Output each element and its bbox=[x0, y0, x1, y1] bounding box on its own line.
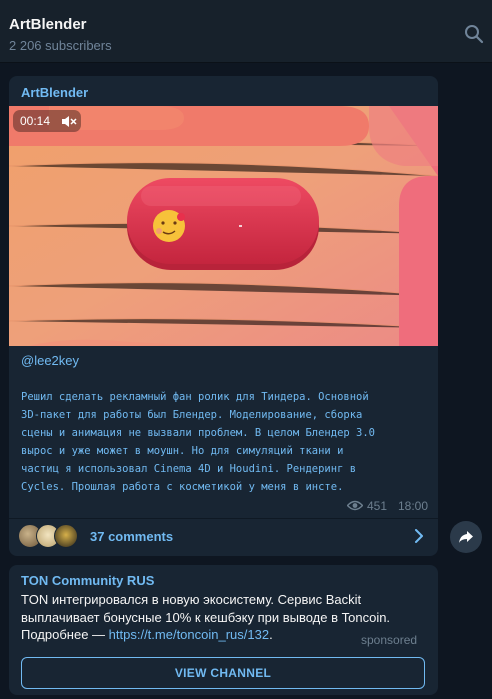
channel-header[interactable]: ArtBlender 2 206 subscribers bbox=[0, 6, 492, 63]
sponsored-message: TON Community RUS TON интегрировался в н… bbox=[9, 565, 438, 695]
post-author[interactable]: ArtBlender bbox=[21, 85, 88, 100]
divider bbox=[9, 518, 438, 519]
eye-icon bbox=[347, 500, 363, 511]
subscriber-count: 2 206 subscribers bbox=[9, 38, 112, 53]
search-icon[interactable] bbox=[464, 24, 484, 44]
video-duration: 00:14 bbox=[20, 114, 51, 128]
share-arrow-icon bbox=[459, 531, 473, 543]
sponsored-label: sponsored bbox=[361, 633, 418, 647]
commenter-avatars[interactable] bbox=[18, 524, 80, 548]
avatar bbox=[54, 524, 78, 548]
sponsor-title[interactable]: TON Community RUS bbox=[21, 573, 154, 588]
channel-title[interactable]: ArtBlender bbox=[9, 16, 87, 33]
sponsor-link-suffix: . bbox=[269, 627, 273, 642]
channel-post: ArtBlender 00:14 @lee2key Решил сделать … bbox=[9, 76, 438, 556]
post-time: 18:00 bbox=[398, 499, 429, 513]
video-frame bbox=[9, 106, 438, 346]
share-button[interactable] bbox=[450, 521, 482, 553]
post-meta: 451 18:00 bbox=[347, 498, 431, 514]
sponsor-link[interactable]: https://t.me/toncoin_rus/132 bbox=[109, 627, 269, 642]
speaker-muted-icon[interactable] bbox=[61, 115, 77, 128]
video-thumbnail[interactable]: 00:14 bbox=[9, 106, 438, 346]
comments-button[interactable]: 37 comments bbox=[90, 529, 173, 544]
author-mention-link[interactable]: @lee2key bbox=[21, 353, 79, 368]
view-count: 451 bbox=[367, 499, 388, 513]
video-timer[interactable]: 00:14 bbox=[13, 110, 81, 132]
chevron-right-icon[interactable] bbox=[413, 529, 425, 543]
post-text: Решил сделать рекламный фан ролик для Ти… bbox=[21, 391, 376, 493]
view-channel-button[interactable]: VIEW CHANNEL bbox=[21, 657, 425, 689]
